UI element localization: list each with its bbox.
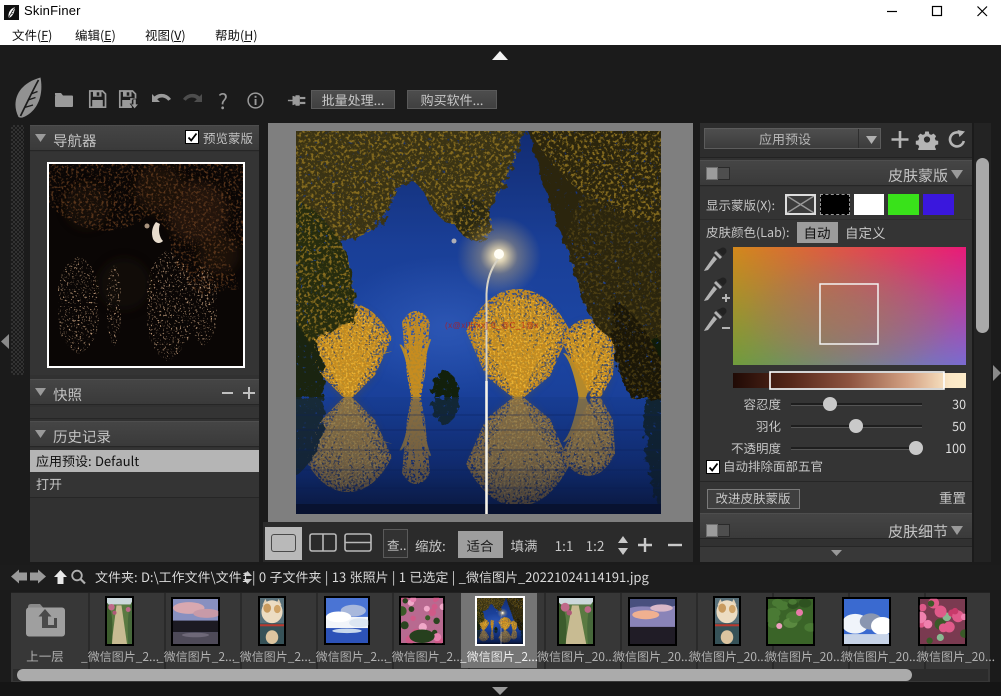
svg-text:(x@xi][(xx] 0_@C_1@x: (x@xi][(xx] 0_@C_1@x xyxy=(445,321,539,330)
